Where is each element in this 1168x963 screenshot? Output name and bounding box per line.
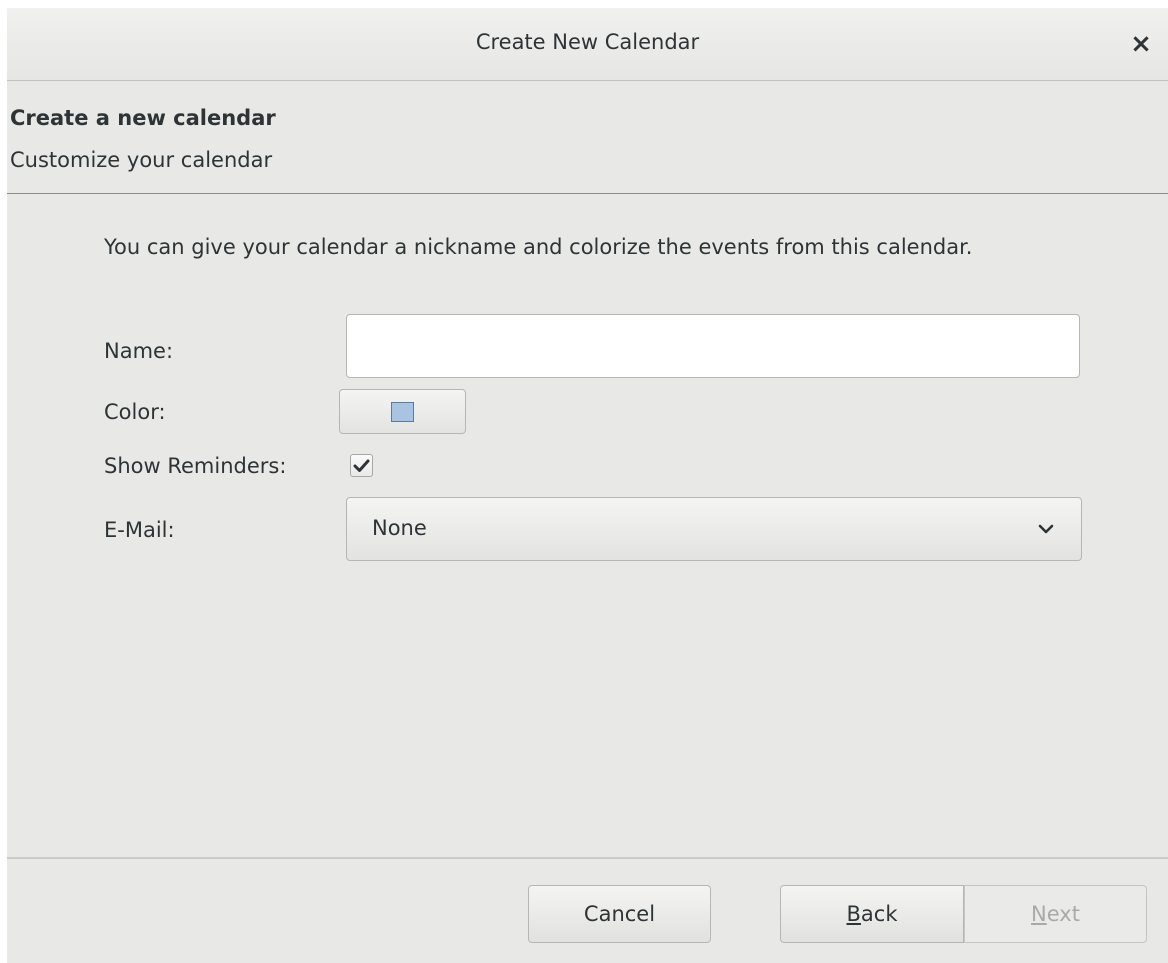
email-dropdown[interactable]: None — [346, 497, 1082, 561]
chevron-down-icon — [1038, 524, 1054, 534]
button-bar: Cancel Back Next — [7, 857, 1168, 963]
show-reminders-label: Show Reminders: — [104, 454, 287, 478]
show-reminders-checkbox[interactable] — [350, 454, 373, 477]
close-button[interactable]: × — [1128, 29, 1154, 59]
wizard-header: Create a new calendar Customize your cal… — [7, 81, 1168, 194]
email-label: E-Mail: — [104, 518, 175, 542]
description-text: You can give your calendar a nickname an… — [104, 235, 973, 259]
back-mnemonic: B — [846, 902, 861, 926]
next-label-rest: ext — [1046, 902, 1080, 926]
close-icon: × — [1130, 29, 1152, 59]
back-label-rest: ack — [860, 902, 898, 926]
title-bar: Create New Calendar × — [7, 8, 1168, 81]
back-button[interactable]: Back — [780, 885, 964, 943]
window-title: Create New Calendar — [475, 30, 700, 54]
name-input[interactable] — [346, 314, 1080, 378]
dialog-window: Create New Calendar × Create a new calen… — [7, 8, 1168, 963]
color-picker-button[interactable] — [339, 389, 466, 434]
next-mnemonic: N — [1031, 902, 1047, 926]
name-label: Name: — [104, 339, 174, 363]
email-selected-value: None — [372, 516, 427, 540]
header-subtitle: Customize your calendar — [10, 148, 273, 172]
cancel-button[interactable]: Cancel — [528, 885, 711, 943]
color-swatch — [390, 401, 414, 422]
next-button[interactable]: Next — [964, 885, 1147, 943]
wizard-content: You can give your calendar a nickname an… — [7, 194, 1168, 856]
color-label: Color: — [104, 400, 166, 424]
checkmark-icon — [353, 459, 370, 472]
header-title: Create a new calendar — [10, 106, 276, 130]
